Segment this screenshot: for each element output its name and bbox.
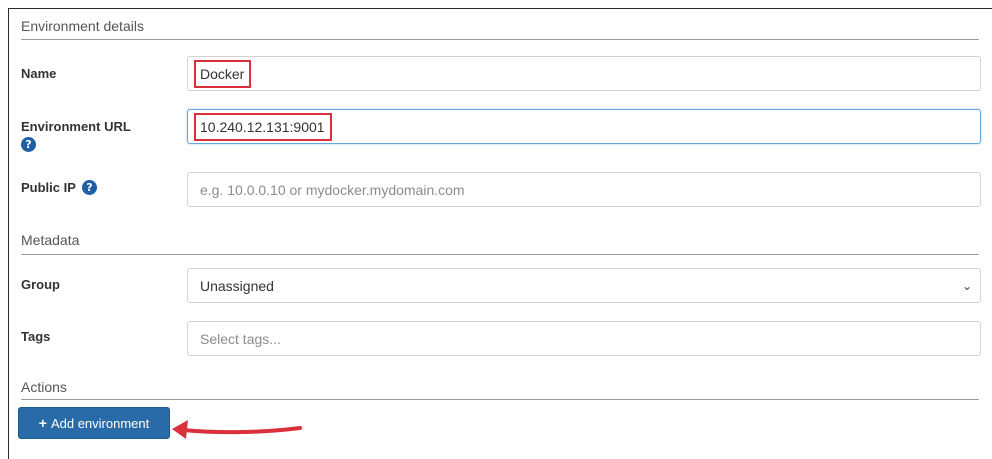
name-label-text: Name bbox=[21, 66, 57, 81]
public-ip-label-text: Public IP bbox=[21, 180, 76, 195]
add-environment-label: Add environment bbox=[50, 415, 150, 431]
section-divider bbox=[21, 254, 979, 255]
group-select[interactable]: Unassigned ⌄ bbox=[187, 268, 981, 303]
plus-icon: + bbox=[38, 415, 47, 431]
section-title-environment-details: Environment details bbox=[21, 18, 144, 34]
section-title-actions: Actions bbox=[21, 379, 67, 395]
environment-url-label-text: Environment URL bbox=[21, 119, 131, 134]
section-divider bbox=[21, 399, 979, 400]
red-arrow bbox=[172, 420, 302, 439]
name-input-value: Docker bbox=[194, 59, 252, 88]
section-title-metadata: Metadata bbox=[21, 232, 80, 248]
environment-url-input[interactable]: 10.240.12.131:9001 bbox=[187, 109, 981, 144]
environment-url-input-value: 10.240.12.131:9001 bbox=[194, 112, 332, 141]
chevron-down-icon: ⌄ bbox=[961, 278, 972, 293]
environment-form: Environment details Name Docker Environm… bbox=[8, 8, 992, 459]
group-label: Group bbox=[21, 277, 60, 292]
section-divider bbox=[21, 39, 979, 40]
public-ip-input[interactable]: e.g. 10.0.0.10 or mydocker.mydomain.com bbox=[187, 172, 981, 207]
help-icon[interactable]: ? bbox=[81, 180, 97, 195]
tags-input[interactable]: Select tags... bbox=[187, 321, 981, 356]
name-label: Name bbox=[21, 66, 56, 81]
public-ip-placeholder: e.g. 10.0.0.10 or mydocker.mydomain.com bbox=[200, 181, 465, 198]
public-ip-label: Public IP ? bbox=[21, 180, 97, 195]
tags-placeholder: Select tags... bbox=[200, 330, 281, 347]
tags-label: Tags bbox=[21, 329, 50, 344]
name-input[interactable]: Docker bbox=[187, 56, 981, 91]
add-environment-button[interactable]: + Add environment bbox=[18, 407, 170, 439]
group-label-text: Group bbox=[21, 277, 60, 292]
help-icon[interactable]: ? bbox=[21, 137, 36, 152]
group-select-value: Unassigned bbox=[200, 277, 274, 294]
environment-url-label: Environment URL ? bbox=[21, 119, 131, 152]
tags-label-text: Tags bbox=[21, 329, 51, 344]
